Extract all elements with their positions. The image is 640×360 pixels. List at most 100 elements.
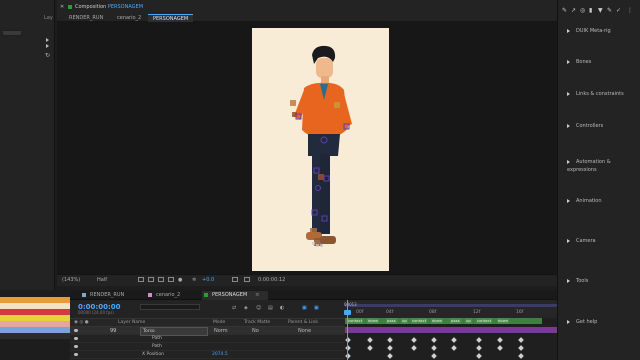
layer-mode[interactable]: Norm [214, 328, 228, 334]
panel-item-links[interactable]: Links & constraints [567, 90, 624, 98]
close-icon[interactable]: ✕ [60, 4, 64, 10]
marker[interactable]: pass [386, 318, 397, 324]
arrow-icon [567, 319, 570, 324]
panel-item-animation[interactable]: Animation [567, 197, 602, 205]
marker[interactable]: contact [347, 318, 364, 324]
left-panel-label: Lay [44, 15, 53, 21]
column-parent[interactable]: Parent & Link [288, 320, 318, 325]
timeline-tab-personagem[interactable]: PERSONAGEM ≡ [202, 291, 268, 300]
character-illustration[interactable] [252, 28, 389, 271]
layer-row[interactable] [70, 335, 345, 343]
timeline-frame-count: 00000 (24.00 fps) [78, 310, 114, 315]
pin-icon[interactable]: ▼ [598, 7, 603, 14]
marker[interactable]: down [431, 318, 444, 324]
marker[interactable]: up [401, 318, 408, 324]
marker[interactable]: pass [450, 318, 461, 324]
arrow-icon [567, 238, 570, 243]
mask-visibility-icon[interactable] [158, 277, 164, 282]
timeline-tab-render-run[interactable]: RENDER_RUN [80, 291, 142, 300]
panel-item-tools[interactable]: Tools [567, 277, 588, 285]
snapshot-icon[interactable] [232, 277, 238, 282]
panel-item-camera[interactable]: Camera [567, 237, 596, 245]
ruler-label: 04f [386, 310, 394, 315]
visibility-eye-icon[interactable] [74, 345, 78, 348]
viewer-tab-render-run[interactable]: RENDER_RUN [64, 14, 108, 22]
visibility-eye-icon[interactable] [74, 353, 78, 356]
color-channel-icon[interactable]: ● [178, 277, 182, 283]
transparency-grid-icon[interactable] [148, 277, 154, 282]
show-snapshot-icon[interactable] [244, 277, 250, 282]
visibility-eye-icon[interactable] [74, 337, 78, 340]
time-ruler[interactable] [345, 300, 557, 318]
spiral-icon[interactable]: ↻ [45, 52, 50, 59]
check-icon[interactable]: ✓ [616, 7, 621, 14]
left-panel-dropdown[interactable] [2, 30, 22, 36]
exposure-icon[interactable]: ✲ [192, 277, 196, 283]
tab-color-swatch [148, 293, 152, 297]
layer-track-matte[interactable]: No [252, 328, 259, 334]
panel-item-get-help[interactable]: Get help [567, 318, 597, 326]
arrow-icon [567, 123, 570, 128]
grid-icon[interactable] [168, 277, 174, 282]
motion-blur-icon[interactable]: ◐ [280, 305, 284, 311]
arrow-icon [567, 91, 570, 96]
property-name: Path [152, 344, 162, 349]
bookmark-icon[interactable]: ▮ [589, 7, 592, 14]
close-tab-icon[interactable]: ≡ [255, 292, 259, 298]
draft-3d-icon[interactable]: ◈ [244, 305, 248, 311]
marker[interactable]: contact [476, 318, 493, 324]
marker[interactable]: down [497, 318, 510, 324]
resolution-dropdown[interactable]: Half [97, 277, 107, 283]
work-area-start: 00013 [344, 302, 357, 307]
marker[interactable]: up [465, 318, 472, 324]
exposure-value[interactable]: +0.0 [202, 277, 214, 283]
layer-number: 99 [110, 328, 117, 334]
marker[interactable]: contact [411, 318, 428, 324]
region-of-interest-icon[interactable] [138, 277, 144, 282]
column-track-matte[interactable]: Track Matte [244, 320, 270, 325]
arrow-icon [567, 59, 570, 64]
more-icon[interactable]: ⋮ [627, 7, 633, 14]
expand-arrow-icon[interactable] [46, 38, 49, 42]
current-time-display[interactable]: 0:00:00:12 [258, 277, 285, 283]
property-value[interactable]: 2074.5 [212, 352, 228, 357]
viewer-tab-cenario-2[interactable]: cenario_2 [112, 14, 146, 22]
graph-editor-icon[interactable]: ▣ [302, 305, 307, 311]
composition-flowchart-icon[interactable]: ⇄ [232, 305, 236, 311]
marker[interactable]: down [367, 318, 380, 324]
visibility-eye-icon[interactable] [74, 329, 78, 332]
panel-item-meta-rig[interactable]: DUIK Meta-rig [567, 27, 611, 35]
playhead[interactable] [347, 300, 348, 360]
timeline-tab-bar [70, 290, 557, 300]
pencil-icon[interactable]: ✎ [607, 7, 612, 14]
frame-blending-icon[interactable]: ▤ [268, 305, 273, 311]
layer-row[interactable] [70, 343, 345, 351]
arrow-icon [567, 28, 570, 33]
timeline-tab-cenario-2[interactable]: cenario_2 [146, 291, 198, 300]
arrow-icon [567, 159, 570, 164]
panel-item-bones[interactable]: Bones [567, 58, 591, 66]
after-effects-window: Lay ↻ ✕ Composition PERSONAGEM RENDER_RU… [0, 0, 640, 360]
layer-duration-bar[interactable] [345, 327, 557, 333]
ruler-label: 12f [473, 310, 481, 315]
shy-icon[interactable]: ☺ [256, 305, 261, 311]
work-area-bar[interactable] [345, 304, 557, 307]
playhead-handle[interactable] [344, 310, 351, 315]
link-icon[interactable]: ↗ [571, 7, 576, 14]
panel-item-automation[interactable]: Automation & expressions [567, 158, 640, 173]
target-icon[interactable]: ◎ [580, 7, 585, 14]
panel-item-controllers[interactable]: Controllers [567, 122, 603, 130]
ruler-label: 16f [516, 310, 524, 315]
viewer-tab-personagem[interactable]: PERSONAGEM [148, 14, 194, 22]
settings-icon[interactable]: ✎ [562, 7, 567, 14]
column-layer-name[interactable]: Layer Name [118, 320, 145, 325]
expand-arrow-icon[interactable] [46, 44, 49, 48]
arrow-icon [567, 198, 570, 203]
timeline-search-input[interactable] [140, 304, 200, 310]
column-mode[interactable]: Mode [213, 320, 225, 325]
layer-row[interactable] [70, 351, 345, 359]
keyframe-assistant-icon[interactable]: ▣ [314, 305, 319, 311]
ruler-label: 00f [356, 310, 364, 315]
zoom-dropdown[interactable]: (143%) [62, 277, 80, 283]
layer-parent[interactable]: None [298, 328, 311, 334]
